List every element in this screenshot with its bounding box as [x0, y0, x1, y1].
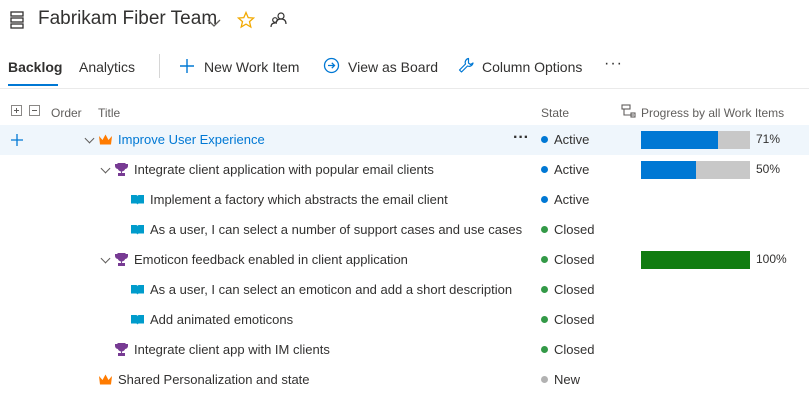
team-members-icon[interactable] — [270, 11, 288, 34]
state-label: New — [554, 372, 581, 387]
state-label: Active — [554, 162, 590, 177]
column-header-state[interactable]: State — [541, 106, 569, 120]
backlog-row-integrate-email-clients[interactable]: Integrate client application with popula… — [0, 155, 809, 185]
collapse-all-button[interactable] — [29, 105, 40, 116]
user-story-book-icon — [130, 222, 145, 237]
work-item-title[interactable]: Shared Personalization and state — [118, 372, 310, 387]
progress-bar-fill — [641, 161, 696, 179]
state-active-dot — [541, 136, 548, 143]
collapse-chevron-icon[interactable] — [100, 253, 111, 264]
backlog-row-implement-factory[interactable]: Implement a factory which abstracts the … — [0, 185, 809, 215]
rollup-icon — [621, 104, 636, 123]
work-item-title[interactable]: As a user, I can select a number of supp… — [150, 222, 522, 237]
state-closed-dot — [541, 316, 548, 323]
work-item-title[interactable]: Implement a factory which abstracts the … — [150, 192, 448, 207]
chevron-down-icon[interactable] — [207, 15, 221, 33]
progress-bar — [641, 251, 750, 269]
work-item-title[interactable]: Integrate client app with IM clients — [134, 342, 330, 357]
progress-bar — [641, 131, 750, 149]
view-as-board-button[interactable]: View as Board — [348, 59, 438, 75]
state-label: Closed — [554, 312, 595, 327]
toolbar-divider — [159, 54, 160, 78]
state-closed-dot — [541, 256, 548, 263]
row-more-actions-button[interactable]: ··· — [513, 129, 529, 147]
more-actions-button[interactable]: ··· — [604, 55, 623, 73]
backlog-row-select-support-cases[interactable]: As a user, I can select a number of supp… — [0, 215, 809, 245]
view-as-board-icon[interactable] — [323, 57, 340, 79]
state-label: Active — [554, 192, 590, 207]
feature-trophy-icon — [114, 342, 129, 357]
progress-percent: 71% — [756, 132, 781, 146]
column-options-button[interactable]: Column Options — [482, 59, 582, 75]
state-label: Closed — [554, 252, 595, 267]
work-item-title[interactable]: Improve User Experience — [118, 132, 265, 147]
backlog-row-add-animated-emoticons[interactable]: Add animated emoticons Closed — [0, 305, 809, 335]
feature-trophy-icon — [114, 162, 129, 177]
collapse-chevron-icon[interactable] — [100, 163, 111, 174]
progress-bar — [641, 161, 750, 179]
plus-icon[interactable] — [179, 58, 195, 79]
wrench-icon[interactable] — [458, 57, 475, 79]
expand-all-button[interactable] — [11, 105, 22, 116]
collapse-chevron-icon[interactable] — [84, 133, 95, 144]
new-work-item-button[interactable]: New Work Item — [204, 59, 299, 75]
progress-bar-fill — [641, 131, 719, 149]
epic-crown-icon — [98, 132, 113, 147]
state-label: Closed — [554, 222, 595, 237]
tab-backlog[interactable]: Backlog — [8, 59, 62, 75]
user-story-book-icon — [130, 282, 145, 297]
feature-trophy-icon — [114, 252, 129, 267]
work-item-title[interactable]: Add animated emoticons — [150, 312, 293, 327]
work-item-title[interactable]: Integrate client application with popula… — [134, 162, 434, 177]
team-title: Fabrikam Fiber Team — [38, 8, 218, 29]
state-label: Active — [554, 132, 590, 147]
state-active-dot — [541, 196, 548, 203]
progress-bar-fill — [641, 251, 750, 269]
add-child-icon[interactable] — [10, 133, 24, 152]
toolbar-separator — [0, 88, 809, 89]
state-new-dot — [541, 376, 548, 383]
progress-percent: 50% — [756, 162, 781, 176]
user-story-book-icon — [130, 192, 145, 207]
state-active-dot — [541, 166, 548, 173]
state-closed-dot — [541, 286, 548, 293]
column-header-order[interactable]: Order — [51, 106, 82, 120]
column-header-title[interactable]: Title — [98, 106, 120, 120]
backlog-row-integrate-im-clients[interactable]: Integrate client app with IM clients Clo… — [0, 335, 809, 365]
backlog-row-emoticon-feedback[interactable]: Emoticon feedback enabled in client appl… — [0, 245, 809, 275]
state-closed-dot — [541, 226, 548, 233]
state-closed-dot — [541, 346, 548, 353]
backlog-row-select-emoticon[interactable]: As a user, I can select an emoticon and … — [0, 275, 809, 305]
tab-analytics[interactable]: Analytics — [79, 59, 135, 75]
user-story-book-icon — [130, 312, 145, 327]
work-item-title[interactable]: As a user, I can select an emoticon and … — [150, 282, 512, 297]
state-label: Closed — [554, 282, 595, 297]
backlog-icon — [10, 11, 24, 34]
epic-crown-icon — [98, 372, 113, 387]
favorite-star-icon[interactable] — [236, 10, 256, 34]
backlog-row-shared-personalization[interactable]: Shared Personalization and state New — [0, 365, 809, 395]
state-label: Closed — [554, 342, 595, 357]
column-header-progress[interactable]: Progress by all Work Items — [641, 106, 784, 120]
active-tab-indicator — [8, 84, 58, 86]
progress-percent: 100% — [756, 252, 787, 266]
work-item-title[interactable]: Emoticon feedback enabled in client appl… — [134, 252, 408, 267]
backlog-row-improve-user-experience[interactable]: Improve User Experience ··· Active 71% — [0, 125, 809, 155]
